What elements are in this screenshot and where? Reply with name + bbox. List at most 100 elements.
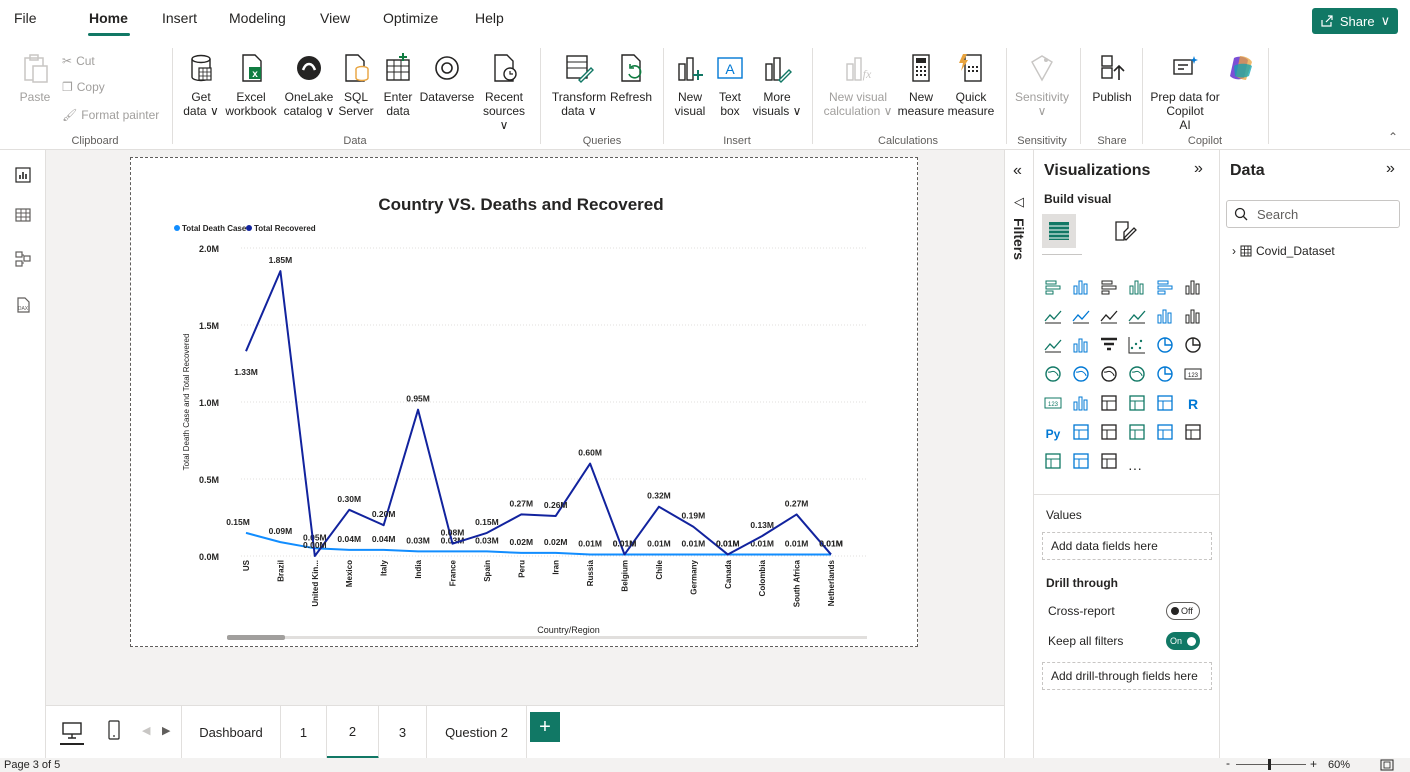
map-icon[interactable] — [1072, 365, 1090, 383]
scroll-right-icon[interactable]: ▶ — [162, 724, 170, 737]
funnel-chart-icon[interactable] — [1100, 336, 1118, 354]
narrative-icon[interactable] — [1156, 423, 1174, 441]
expand-filters-icon[interactable]: « — [1013, 162, 1022, 180]
paginated-report-icon[interactable] — [1044, 452, 1062, 470]
desktop-layout-icon[interactable] — [62, 722, 82, 740]
page-tab-question-2[interactable]: Question 2 — [427, 706, 527, 759]
drill-through-drop-zone[interactable]: Add drill-through fields here — [1042, 662, 1212, 690]
100-percent-area-chart-icon[interactable] — [1128, 307, 1146, 325]
table-view-icon[interactable] — [14, 206, 32, 224]
stacked-area-chart-icon[interactable] — [1100, 307, 1118, 325]
collapse-ribbon-icon[interactable]: ⌃ — [1388, 130, 1398, 144]
menu-help[interactable]: Help — [475, 10, 504, 26]
page-tab-3[interactable]: 3 — [379, 706, 427, 759]
menu-home[interactable]: Home — [89, 10, 128, 26]
clustered-bar-chart-icon[interactable] — [1100, 278, 1118, 296]
donut-chart-icon[interactable] — [1184, 336, 1202, 354]
line-and-clustered-column-icon[interactable] — [1184, 307, 1202, 325]
share-button[interactable]: Share ∨ — [1312, 8, 1398, 34]
keep-all-filters-toggle[interactable]: On — [1166, 632, 1200, 650]
more-visuals-button[interactable]: More visuals ∨ — [752, 52, 802, 118]
fit-to-page-icon[interactable] — [1380, 759, 1394, 771]
build-visual-tab[interactable] — [1042, 214, 1076, 248]
menu-view[interactable]: View — [320, 10, 350, 26]
excel-workbook-button[interactable]: x Excel workbook — [222, 52, 280, 118]
multi-row-card-icon[interactable]: 123 — [1044, 394, 1062, 412]
scatter-chart-icon[interactable] — [1128, 336, 1146, 354]
data-search-input[interactable] — [1226, 200, 1400, 228]
quick-measure-button[interactable]: Quick measure — [946, 52, 996, 118]
table-icon[interactable] — [1128, 394, 1146, 412]
menu-optimize[interactable]: Optimize — [383, 10, 438, 26]
dax-query-view-icon[interactable]: DAX — [14, 296, 32, 314]
recent-sources-button[interactable]: Recent sources ∨ — [478, 52, 530, 132]
page-tab-dashboard[interactable]: Dashboard — [181, 706, 281, 759]
clustered-column-chart-icon[interactable] — [1128, 278, 1146, 296]
page-tab-2[interactable]: 2 — [327, 706, 379, 759]
line-and-column-chart-icon[interactable] — [1156, 307, 1174, 325]
onelake-catalog-button[interactable]: OneLake catalog ∨ — [282, 52, 336, 118]
filled-map-icon[interactable] — [1100, 365, 1118, 383]
slicer-icon[interactable] — [1100, 394, 1118, 412]
format-painter-button[interactable]: 🖌 Format painter — [62, 108, 159, 122]
ribbon-chart-icon[interactable] — [1044, 336, 1062, 354]
zoom-level[interactable]: 60% — [1328, 759, 1350, 771]
line-chart-visual[interactable]: Country VS. Deaths and Recovered Total De… — [131, 158, 917, 646]
menu-file[interactable]: File — [14, 10, 37, 26]
enter-data-button[interactable]: Enter data — [378, 52, 418, 118]
new-visual-calculation-button[interactable]: fx New visual calculation ∨ — [820, 52, 896, 118]
treemap-icon[interactable] — [1044, 365, 1062, 383]
matrix-icon[interactable] — [1156, 394, 1174, 412]
100-percent-column-chart-icon[interactable] — [1184, 278, 1202, 296]
collapse-visualizations-icon[interactable]: » — [1194, 160, 1203, 178]
r-visual-icon[interactable]: R — [1184, 394, 1202, 412]
menu-insert[interactable]: Insert — [162, 10, 197, 26]
collapse-data-icon[interactable]: » — [1386, 160, 1395, 178]
publish-button[interactable]: Publish — [1088, 52, 1136, 104]
power-automate-icon[interactable] — [1100, 452, 1118, 470]
prep-data-copilot-button[interactable]: Prep data for Copilot AI — [1148, 52, 1222, 132]
get-data-button[interactable]: Get data ∨ — [180, 52, 222, 118]
goals-icon[interactable] — [1184, 423, 1202, 441]
sql-server-button[interactable]: SQL Server — [338, 52, 374, 118]
azure-map-icon[interactable] — [1128, 365, 1146, 383]
format-visual-icon[interactable] — [1112, 218, 1138, 244]
sensitivity-button[interactable]: Sensitivity ∨ — [1012, 52, 1072, 118]
page-tab-1[interactable]: 1 — [281, 706, 327, 759]
transform-data-button[interactable]: Transform data ∨ — [550, 52, 608, 118]
report-view-icon[interactable] — [14, 166, 32, 184]
python-visual-icon[interactable]: Py — [1044, 423, 1062, 441]
pie-chart-icon[interactable] — [1156, 336, 1174, 354]
filters-label[interactable]: Filters — [1011, 218, 1027, 260]
copy-button[interactable]: ❐ Copy — [62, 80, 105, 94]
100-percent-bar-chart-icon[interactable] — [1156, 278, 1174, 296]
stacked-bar-chart-icon[interactable] — [1044, 278, 1062, 296]
copilot-button[interactable] — [1222, 52, 1262, 90]
menu-modeling[interactable]: Modeling — [229, 10, 286, 26]
zoom-slider-thumb[interactable] — [1268, 759, 1271, 770]
model-view-icon[interactable] — [14, 250, 32, 268]
zoom-slider-track[interactable] — [1236, 764, 1306, 765]
mobile-layout-icon[interactable] — [108, 720, 120, 740]
cross-report-toggle[interactable]: Off — [1166, 602, 1200, 620]
card-icon[interactable]: 123 — [1184, 365, 1202, 383]
zoom-in-icon[interactable]: + — [1310, 757, 1317, 771]
table-item-covid-dataset[interactable]: › Covid_Dataset — [1232, 244, 1335, 258]
refresh-button[interactable]: Refresh — [608, 52, 654, 104]
gauge-icon[interactable] — [1156, 365, 1174, 383]
new-measure-button[interactable]: New measure — [896, 52, 946, 118]
area-chart-icon[interactable] — [1072, 307, 1090, 325]
cut-button[interactable]: ✂ Cut — [62, 54, 95, 68]
more-visuals-ellipsis-icon[interactable]: ··· — [1128, 460, 1142, 476]
qa-icon[interactable] — [1128, 423, 1146, 441]
text-box-button[interactable]: A Text box — [712, 52, 748, 118]
add-page-button[interactable]: + — [530, 712, 560, 742]
scroll-left-icon[interactable]: ◀ — [142, 724, 150, 737]
line-chart-icon[interactable] — [1044, 307, 1062, 325]
waterfall-chart-icon[interactable] — [1072, 336, 1090, 354]
filters-pane-collapsed[interactable]: « ◁ Filters — [1004, 150, 1034, 758]
power-apps-icon[interactable] — [1072, 452, 1090, 470]
zoom-out-icon[interactable]: - — [1226, 756, 1230, 770]
key-influencers-icon[interactable] — [1072, 423, 1090, 441]
new-visual-button[interactable]: New visual — [672, 52, 708, 118]
